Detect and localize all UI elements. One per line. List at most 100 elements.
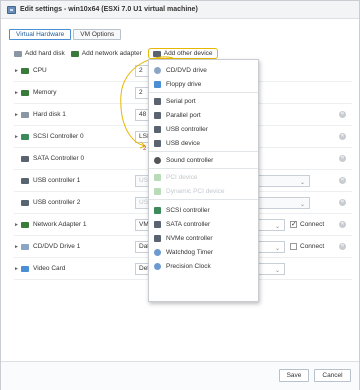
- add-hard-disk-button[interactable]: Add hard disk: [14, 49, 65, 59]
- menu-item-sata-controller[interactable]: SATA controller: [149, 217, 258, 231]
- add-other-device-button[interactable]: Add other device: [147, 48, 218, 59]
- menu-divider: [149, 199, 258, 200]
- save-button[interactable]: Save: [279, 369, 309, 382]
- row-label: Video Card: [33, 265, 66, 272]
- add-other-device-label: Add other device: [163, 50, 213, 57]
- menu-item-sound-controller[interactable]: Sound controller: [149, 153, 258, 167]
- chevron-down-icon: ⌄: [274, 267, 280, 274]
- vm-icon: [7, 5, 16, 14]
- other-device-icon: [152, 50, 161, 57]
- dialog-title: Edit settings - win10x64 (ESXi 7.0 U1 vi…: [20, 6, 198, 13]
- menu-item-pci-device: PCI device: [149, 170, 258, 184]
- network-connect-toggle[interactable]: Connect: [290, 220, 325, 228]
- row-label: Network Adapter 1: [33, 221, 87, 228]
- clock-icon: [154, 262, 161, 270]
- chevron-down-icon: ⌄: [299, 201, 305, 208]
- menu-item-floppy-drive[interactable]: Floppy drive: [149, 77, 258, 91]
- row-label: USB controller 2: [33, 199, 81, 206]
- add-network-adapter-button[interactable]: Add network adapter: [70, 49, 142, 59]
- hardware-toolbar: Add hard disk Add network adapter Add ot…: [14, 48, 224, 59]
- hard-disk-icon: [21, 111, 29, 118]
- remove-icon[interactable]: ✕: [339, 243, 346, 250]
- edit-settings-dialog: Edit settings - win10x64 (ESXi 7.0 U1 vi…: [0, 0, 360, 390]
- remove-icon[interactable]: ✕: [339, 133, 346, 140]
- add-hard-disk-label: Add hard disk: [25, 50, 65, 57]
- chevron-down-icon: ⌄: [299, 179, 305, 186]
- usb-device-icon: [154, 139, 161, 147]
- row-label: CPU: [33, 67, 47, 74]
- add-other-device-menu: CD/DVD drive Floppy drive Serial port Pa…: [148, 59, 259, 302]
- row-label: Memory: [33, 89, 57, 96]
- menu-item-precision-clock[interactable]: Precision Clock: [149, 259, 258, 273]
- chevron-down-icon: ⌄: [274, 223, 280, 230]
- sata-controller-icon: [154, 220, 161, 228]
- menu-divider: [149, 151, 258, 152]
- expand-arrow-icon[interactable]: ►: [14, 134, 21, 140]
- usb-type-value: US: [139, 198, 149, 206]
- scsi-controller-icon: [154, 206, 161, 214]
- row-label: SATA Controller 0: [33, 155, 85, 162]
- cd-dvd-connect-toggle[interactable]: Connect: [290, 243, 324, 250]
- cd-dvd-icon: [21, 243, 29, 250]
- menu-item-usb-device[interactable]: USB device: [149, 136, 258, 150]
- tab-bar: Virtual Hardware VM Options: [9, 29, 123, 40]
- connect-checkbox[interactable]: [290, 243, 297, 250]
- menu-item-serial-port[interactable]: Serial port: [149, 94, 258, 108]
- expand-arrow-icon[interactable]: ►: [14, 68, 21, 74]
- dialog-footer: Save Cancel: [1, 361, 359, 390]
- menu-item-cd-dvd-drive[interactable]: CD/DVD drive: [149, 63, 258, 77]
- row-label: SCSI Controller 0: [33, 133, 84, 140]
- hard-disk-icon: [14, 50, 22, 57]
- cancel-button[interactable]: Cancel: [314, 369, 351, 382]
- menu-divider: [149, 92, 258, 93]
- expand-arrow-icon[interactable]: ►: [14, 112, 21, 118]
- memory-icon: [21, 89, 29, 96]
- tab-virtual-hardware[interactable]: Virtual Hardware: [9, 29, 72, 40]
- sound-icon: [154, 156, 161, 164]
- usb-controller-icon: [21, 199, 29, 206]
- row-label: CD/DVD Drive 1: [33, 243, 81, 250]
- network-adapter-icon: [21, 221, 29, 228]
- tab-vm-options[interactable]: VM Options: [73, 29, 122, 40]
- expand-arrow-icon[interactable]: ►: [14, 244, 21, 250]
- menu-item-usb-controller[interactable]: USB controller: [149, 122, 258, 136]
- menu-item-parallel-port[interactable]: Parallel port: [149, 108, 258, 122]
- serial-port-icon: [154, 97, 161, 105]
- menu-item-watchdog-timer[interactable]: Watchdog Timer: [149, 245, 258, 259]
- scsi-controller-icon: [21, 133, 29, 140]
- expand-arrow-icon[interactable]: ►: [14, 266, 21, 272]
- pci-device-icon: [154, 173, 161, 181]
- parallel-port-icon: [154, 111, 161, 119]
- menu-item-dynamic-pci-device: Dynamic PCI device: [149, 184, 258, 198]
- expand-arrow-icon[interactable]: ►: [14, 90, 21, 96]
- connect-label: Connect: [300, 221, 325, 228]
- row-label: Hard disk 1: [33, 111, 66, 118]
- remove-icon[interactable]: ✕: [339, 155, 346, 162]
- sata-controller-icon: [21, 155, 29, 162]
- connect-checkbox[interactable]: [290, 220, 297, 228]
- remove-icon[interactable]: ✕: [339, 199, 346, 206]
- menu-divider: [149, 168, 258, 169]
- floppy-icon: [154, 80, 161, 88]
- row-label: USB controller 1: [33, 177, 81, 184]
- video-card-icon: [21, 265, 29, 272]
- title-bar: Edit settings - win10x64 (ESXi 7.0 U1 vi…: [1, 1, 359, 19]
- cd-dvd-icon: [154, 66, 161, 74]
- menu-item-nvme-controller[interactable]: NVMe controller: [149, 231, 258, 245]
- remove-icon[interactable]: ✕: [339, 177, 346, 184]
- add-network-adapter-label: Add network adapter: [81, 50, 142, 57]
- network-adapter-icon: [70, 50, 79, 57]
- usb-type-value: US: [139, 176, 149, 184]
- cpu-icon: [21, 67, 29, 74]
- nvme-controller-icon: [154, 234, 161, 242]
- dynamic-pci-icon: [154, 187, 161, 195]
- chevron-down-icon: ⌄: [274, 245, 280, 252]
- menu-item-scsi-controller[interactable]: SCSI controller: [149, 203, 258, 217]
- watchdog-icon: [154, 248, 161, 256]
- expand-arrow-icon[interactable]: ►: [14, 222, 21, 228]
- remove-icon[interactable]: ✕: [339, 221, 346, 228]
- connect-label: Connect: [300, 243, 325, 250]
- usb-controller-icon: [154, 125, 161, 133]
- remove-icon[interactable]: ✕: [339, 111, 346, 118]
- usb-controller-icon: [21, 177, 29, 184]
